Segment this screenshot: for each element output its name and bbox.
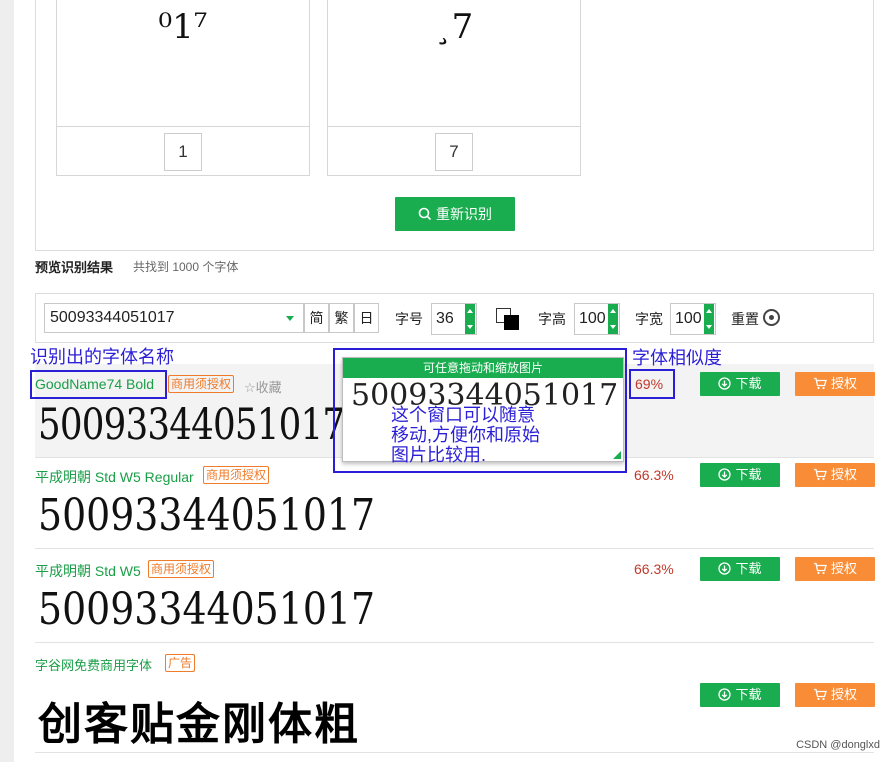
reidentify-button[interactable]: 重新识别 bbox=[395, 197, 515, 231]
reidentify-label: 重新识别 bbox=[436, 206, 492, 222]
download-label: 下载 bbox=[735, 376, 762, 391]
row-divider bbox=[35, 752, 874, 753]
license-tag: 商用须授权 bbox=[203, 466, 270, 484]
width-label: 字宽 bbox=[635, 311, 663, 327]
font-sample: 创客贴金刚体粗 bbox=[38, 699, 360, 750]
height-label: 字高 bbox=[538, 311, 566, 327]
size-stepper[interactable] bbox=[465, 304, 475, 334]
row-divider bbox=[35, 642, 874, 643]
license-tag: 商用须授权 bbox=[168, 375, 235, 393]
width-stepper[interactable] bbox=[704, 304, 714, 334]
similarity-score: 66.3% bbox=[634, 467, 674, 483]
preview-text-input[interactable]: 50093344051017 bbox=[44, 303, 304, 333]
cloud-download-icon bbox=[718, 377, 732, 390]
font-name-link[interactable]: 平成明朝 Std W5 bbox=[35, 561, 141, 581]
ad-tag: 广告 bbox=[165, 654, 196, 672]
download-button[interactable]: 下载 bbox=[700, 683, 780, 707]
japanese-button[interactable]: 日 bbox=[354, 303, 379, 333]
download-label: 下载 bbox=[735, 561, 762, 576]
font-sample: 50093344051017 bbox=[38, 400, 345, 450]
annotation-font-name: 识别出的字体名称 bbox=[30, 347, 174, 367]
char-card-2[interactable]: ¸7 7 bbox=[327, 0, 581, 176]
font-sample: 50093344051017 bbox=[38, 490, 376, 541]
char-crop-image: ¸7 bbox=[434, 7, 474, 47]
authorize-label: 授权 bbox=[830, 376, 857, 391]
authorize-button[interactable]: 授权 bbox=[795, 683, 875, 707]
annotation-box-similarity bbox=[629, 369, 675, 399]
annotation-line: 这个窗口可以随意 bbox=[391, 405, 535, 425]
cart-icon bbox=[813, 562, 827, 575]
download-label: 下载 bbox=[735, 687, 762, 702]
license-tag: 商用须授权 bbox=[148, 560, 215, 578]
reset-label[interactable]: 重置 bbox=[731, 309, 759, 329]
cloud-download-icon bbox=[718, 688, 732, 701]
cloud-download-icon bbox=[718, 468, 732, 481]
text-color-swatch[interactable] bbox=[504, 315, 519, 330]
results-count: 共找到 1000 个字体 bbox=[133, 260, 239, 274]
reset-icon[interactable] bbox=[763, 309, 780, 326]
row-divider bbox=[35, 548, 874, 549]
cart-icon bbox=[813, 468, 827, 481]
font-sample: 50093344051017 bbox=[38, 584, 376, 635]
left-gutter bbox=[0, 0, 14, 762]
char-value-input[interactable]: 1 bbox=[164, 133, 202, 171]
annotation-box-font-name bbox=[30, 370, 167, 399]
card-divider bbox=[328, 126, 580, 127]
traditional-button[interactable]: 繁 bbox=[329, 303, 354, 333]
char-card-1[interactable]: ⁰1⁷ 1 bbox=[56, 0, 310, 176]
favorite-button[interactable]: ☆收藏 bbox=[244, 377, 282, 396]
watermark: CSDN @donglxd bbox=[796, 739, 880, 751]
simplified-button[interactable]: 简 bbox=[304, 303, 329, 333]
char-value-input[interactable]: 7 bbox=[435, 133, 473, 171]
download-button[interactable]: 下载 bbox=[700, 557, 780, 581]
cart-icon bbox=[813, 688, 827, 701]
cloud-download-icon bbox=[718, 562, 732, 575]
font-name-link[interactable]: 平成明朝 Std W5 Regular bbox=[35, 467, 194, 487]
cart-icon bbox=[813, 377, 827, 390]
download-button[interactable]: 下载 bbox=[700, 463, 780, 487]
authorize-label: 授权 bbox=[830, 561, 857, 576]
annotation-window-note: 这个窗口可以随意 移动,方便你和原始 图片比较用. bbox=[391, 405, 540, 465]
download-label: 下载 bbox=[735, 467, 762, 482]
card-divider bbox=[57, 126, 309, 127]
size-label: 字号 bbox=[395, 311, 423, 327]
authorize-label: 授权 bbox=[830, 687, 857, 702]
annotation-line: 图片比较用. bbox=[391, 445, 487, 465]
authorize-label: 授权 bbox=[830, 467, 857, 482]
font-name-link[interactable]: 字谷网免费商用字体 bbox=[35, 655, 152, 674]
similarity-score: 66.3% bbox=[634, 561, 674, 577]
download-button[interactable]: 下载 bbox=[700, 372, 780, 396]
search-icon bbox=[418, 207, 432, 221]
authorize-button[interactable]: 授权 bbox=[795, 557, 875, 581]
height-stepper[interactable] bbox=[608, 304, 618, 334]
authorize-button[interactable]: 授权 bbox=[795, 463, 875, 487]
annotation-line: 移动,方便你和原始 bbox=[391, 425, 541, 445]
char-crop-image: ⁰1⁷ bbox=[158, 7, 208, 47]
annotation-similarity: 字体相似度 bbox=[632, 348, 722, 368]
results-title: 预览识别结果 bbox=[35, 260, 114, 275]
chevron-down-icon[interactable] bbox=[286, 316, 294, 321]
authorize-button[interactable]: 授权 bbox=[795, 372, 875, 396]
